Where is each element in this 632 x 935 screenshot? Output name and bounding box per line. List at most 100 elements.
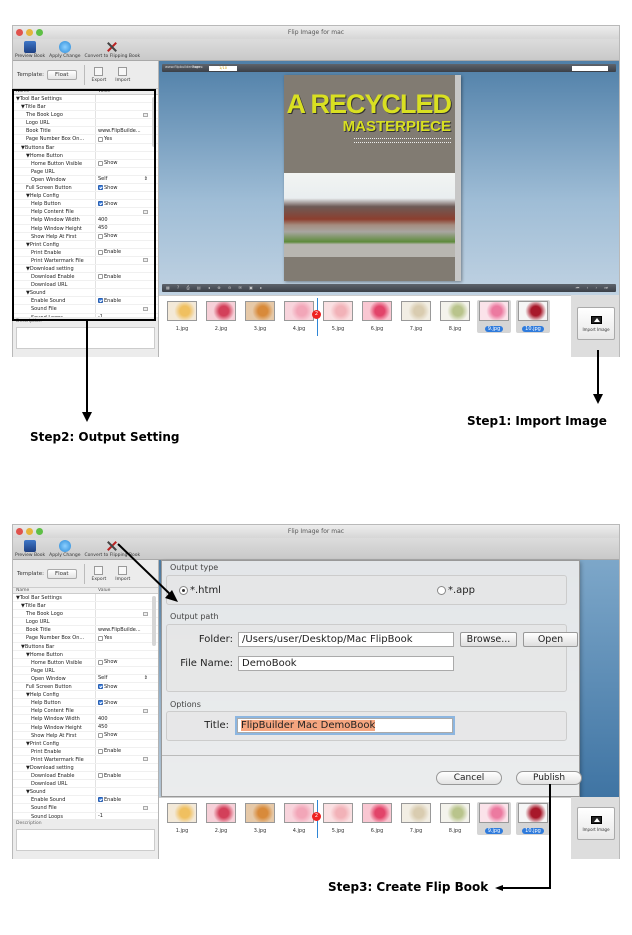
setting-value[interactable]: [95, 610, 158, 618]
import-image-button[interactable]: Import Image: [577, 307, 615, 340]
setting-value[interactable]: -1: [95, 812, 158, 819]
title-input[interactable]: FlipBuilder Mac DemoBook: [237, 718, 453, 733]
thumbnail[interactable]: 6.jpg: [360, 300, 394, 333]
thumbnail[interactable]: 8.jpg: [438, 802, 472, 835]
settings-row[interactable]: Download URL: [13, 780, 158, 789]
thumbnail[interactable]: 5.jpg: [321, 300, 355, 333]
close-window-button[interactable]: [16, 29, 23, 36]
thumbnail[interactable]: 1.jpg: [165, 300, 199, 333]
settings-row[interactable]: Help Window Height 450: [13, 723, 158, 732]
radio-app[interactable]: *.app: [437, 585, 475, 596]
file-browse-icon[interactable]: [143, 757, 148, 762]
template-select-button[interactable]: Float: [46, 69, 77, 80]
minimize-window-button[interactable]: [26, 528, 33, 535]
setting-value[interactable]: [95, 763, 158, 772]
settings-row[interactable]: Full Screen Button Show: [13, 683, 158, 692]
setting-value[interactable]: Self ⇕: [95, 674, 158, 683]
settings-row[interactable]: ▼Home Button: [13, 650, 158, 659]
setting-value[interactable]: [95, 755, 158, 763]
settings-row[interactable]: Page URL: [13, 666, 158, 675]
checkbox[interactable]: [98, 684, 103, 690]
settings-row[interactable]: Sound File: [13, 804, 158, 813]
settings-row[interactable]: Sound Loops -1: [13, 812, 158, 819]
book-page[interactable]: A RECYCLED MASTERPIECE: [284, 75, 461, 281]
settings-row[interactable]: Print Enable Enable: [13, 747, 158, 756]
thumbnail[interactable]: 4.jpg: [282, 300, 316, 333]
setting-value[interactable]: [95, 804, 158, 812]
file-browse-icon[interactable]: [143, 611, 148, 616]
viewer-control-icons[interactable]: ▦ ? ⎙ ▤ ◂ ⊕ ⊖ ✉ ▣ ▸: [166, 285, 265, 290]
thumbnail[interactable]: 2.jpg: [204, 802, 238, 835]
setting-value[interactable]: 400: [95, 715, 158, 723]
checkbox[interactable]: [98, 635, 103, 641]
settings-row[interactable]: Page Number Box On... Yes: [13, 634, 158, 643]
settings-row[interactable]: ▼Download setting: [13, 763, 158, 773]
setting-value[interactable]: [95, 642, 158, 650]
thumbnail[interactable]: 9.jpg: [477, 300, 511, 333]
setting-value[interactable]: Enable: [95, 772, 158, 780]
import-image-button[interactable]: Import Image: [577, 807, 615, 840]
thumbnail[interactable]: 2.jpg: [204, 300, 238, 333]
minimize-window-button[interactable]: [26, 29, 33, 36]
setting-value[interactable]: Yes: [95, 634, 158, 642]
import-button[interactable]: Import: [115, 66, 130, 83]
cancel-button[interactable]: Cancel: [436, 771, 502, 785]
close-window-button[interactable]: [16, 528, 23, 535]
setting-value[interactable]: Show: [95, 683, 158, 691]
thumbnail[interactable]: 4.jpg: [282, 802, 316, 835]
thumbnail[interactable]: 8.jpg: [438, 300, 472, 333]
setting-value[interactable]: Enable: [95, 747, 158, 755]
thumbnail[interactable]: 9.jpg: [477, 802, 511, 835]
folder-input[interactable]: /Users/user/Desktop/Mac FlipBook: [238, 632, 454, 647]
publish-button[interactable]: Publish: [516, 771, 582, 785]
open-button[interactable]: Open: [523, 632, 578, 647]
preview-book-button[interactable]: Preview Book: [15, 540, 45, 559]
settings-row[interactable]: Home Button Visible Show: [13, 658, 158, 667]
setting-value[interactable]: 450: [95, 723, 158, 731]
thumbnail[interactable]: 7.jpg: [399, 802, 433, 835]
checkbox[interactable]: [98, 773, 103, 779]
settings-row[interactable]: Help Button Show: [13, 699, 158, 708]
settings-row[interactable]: Open Window Self ⇕: [13, 674, 158, 684]
settings-row[interactable]: Print Wartermark File: [13, 755, 158, 764]
preview-book-button[interactable]: Preview Book: [15, 41, 45, 60]
zoom-window-button[interactable]: [36, 29, 43, 36]
file-browse-icon[interactable]: [143, 708, 148, 713]
export-button[interactable]: Export: [92, 565, 106, 582]
setting-value[interactable]: Show: [95, 699, 158, 707]
checkbox[interactable]: [98, 797, 103, 803]
convert-button[interactable]: Convert to Flipping Book: [85, 41, 141, 60]
page-nav-icons[interactable]: ⏮ ‹ › ⏭: [576, 285, 611, 290]
apply-change-button[interactable]: Apply Change: [49, 540, 81, 559]
settings-row[interactable]: Enable Sound Enable: [13, 796, 158, 805]
setting-value[interactable]: [95, 618, 158, 626]
settings-row[interactable]: ▼Help Config: [13, 691, 158, 700]
settings-row[interactable]: Help Content File: [13, 707, 158, 716]
thumbnail[interactable]: 3.jpg: [243, 300, 277, 333]
checkbox[interactable]: [98, 748, 103, 754]
setting-value[interactable]: [95, 666, 158, 674]
settings-row[interactable]: ▼Sound: [13, 788, 158, 797]
setting-value[interactable]: Show: [95, 731, 158, 739]
setting-value[interactable]: Enable: [95, 796, 158, 804]
thumbnail[interactable]: 3.jpg: [243, 802, 277, 835]
thumbnail[interactable]: 6.jpg: [360, 802, 394, 835]
setting-value[interactable]: [95, 707, 158, 715]
setting-value[interactable]: [95, 650, 158, 658]
setting-value[interactable]: Show: [95, 658, 158, 666]
setting-value[interactable]: [95, 739, 158, 747]
settings-row[interactable]: Book Title www.FlipBuilde...: [13, 626, 158, 635]
checkbox[interactable]: [98, 659, 103, 665]
export-button[interactable]: Export: [92, 66, 106, 83]
filename-input[interactable]: DemoBook: [238, 656, 454, 671]
checkbox[interactable]: [98, 700, 103, 706]
checkbox[interactable]: [98, 732, 103, 738]
browse-button[interactable]: Browse...: [460, 632, 517, 647]
thumbnail[interactable]: 1.jpg: [165, 802, 199, 835]
zoom-window-button[interactable]: [36, 528, 43, 535]
settings-row[interactable]: ▼Buttons Bar: [13, 642, 158, 651]
settings-row[interactable]: Download Enable Enable: [13, 772, 158, 781]
page-number-box[interactable]: 1/10: [209, 65, 237, 71]
thumbnail[interactable]: 5.jpg: [321, 802, 355, 835]
viewer-search-input[interactable]: [572, 65, 608, 71]
